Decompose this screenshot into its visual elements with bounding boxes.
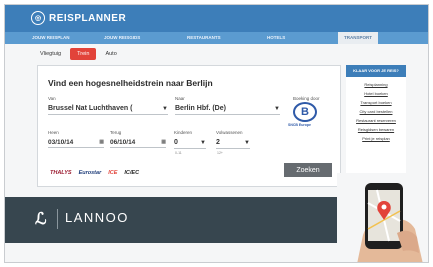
page-frame: ◎ REISPLANNER JOUW REISPLAN JOUW REISGID… [4, 4, 429, 263]
nav-item-hotels[interactable]: HOTELS [267, 32, 285, 44]
booking-label: Boeking door [293, 96, 320, 101]
tab-trein[interactable]: Trein [70, 48, 97, 60]
adults-label: Volwassenen [216, 130, 243, 135]
search-title: Vind een hogesnelheidstrein naar Berlijn [48, 78, 213, 88]
adults-age-note: 12+ [217, 151, 223, 155]
return-date-field[interactable]: 06/10/14 ▦ [110, 137, 166, 148]
main-nav: JOUW REISPLAN JOUW REISGIDS RESTAURANTS … [5, 32, 428, 44]
train-search-card: Vind een hogesnelheidstrein naar Berlijn… [37, 65, 341, 187]
search-button[interactable]: Zoeken [284, 163, 332, 177]
logo[interactable]: ◎ REISPLANNER [31, 11, 126, 25]
nav-item-jouw-reisgids[interactable]: JOUW REISGIDS [104, 32, 140, 44]
to-select[interactable]: Berlin Hbf. (De) ▼ [175, 103, 280, 115]
footer-brand: LANNOO [65, 210, 129, 225]
departure-date-field[interactable]: 03/10/14 ▦ [48, 137, 104, 148]
chevron-down-icon: ▼ [244, 139, 250, 146]
chevron-down-icon: ▼ [274, 105, 280, 112]
brand-eurostar: Eurostar [78, 170, 102, 176]
children-label: Kinderen [174, 130, 193, 135]
children-age-note: 0-11 [175, 151, 182, 155]
departure-value: 03/10/14 [48, 138, 74, 146]
sncb-logo-icon: B [293, 102, 317, 122]
nav-item-jouw-reisplan[interactable]: JOUW REISPLAN [32, 32, 70, 44]
logo-icon: ◎ [31, 11, 45, 25]
footer-divider [57, 209, 58, 229]
chevron-down-icon: ▼ [200, 139, 206, 146]
brand-thalys: THALYS [50, 170, 72, 176]
departure-label: Heen [48, 130, 59, 135]
logo-text: REISPLANNER [49, 12, 127, 24]
return-value: 06/10/14 [110, 138, 136, 146]
to-value: Berlin Hbf. (De) [175, 105, 226, 112]
sidebar-links: Reisplanning Hotel boeken Transport boek… [346, 77, 406, 143]
sidebar-link-reisgidsen[interactable]: Reisgidsen bewaren [346, 125, 406, 134]
sidebar-link-city-card[interactable]: City card bestellen [346, 107, 406, 116]
return-label: Terug [110, 130, 122, 135]
sncb-brand: SNCB Europe [288, 123, 311, 127]
sidebar-link-reisplanning[interactable]: Reisplanning [346, 80, 406, 89]
calendar-icon[interactable]: ▦ [99, 139, 104, 145]
calendar-icon[interactable]: ▦ [161, 139, 166, 145]
sidebar-panel: KLAAR VOOR JE REIS? Reisplanning Hotel b… [346, 65, 406, 175]
sidebar-link-print[interactable]: Print je reisplan [346, 134, 406, 143]
sidebar-link-transport-boeken[interactable]: Transport boeken [346, 98, 406, 107]
tab-auto[interactable]: Auto [98, 48, 123, 60]
chevron-down-icon: ▼ [162, 105, 168, 112]
brand-ice: ICE [108, 170, 118, 176]
sidebar-link-restaurant[interactable]: Restaurant reserveren [346, 116, 406, 125]
tab-vliegtuig[interactable]: Vliegtuig [33, 48, 68, 60]
lannoo-logo-icon: ℒ [35, 211, 47, 228]
children-select[interactable]: 0 ▼ [174, 137, 206, 149]
sidebar-link-hotel-boeken[interactable]: Hotel boeken [346, 89, 406, 98]
from-label: Van [48, 96, 56, 101]
adults-value: 2 [216, 139, 220, 146]
adults-select[interactable]: 2 ▼ [216, 137, 250, 149]
nav-item-transport[interactable]: TRANSPORT [338, 32, 378, 44]
sidebar-title: KLAAR VOOR JE REIS? [346, 65, 406, 77]
from-value: Brussel Nat Luchthaven ( [48, 105, 133, 112]
rail-brands: THALYS Eurostar ICE IC/EC [50, 170, 139, 176]
nav-item-restaurants[interactable]: RESTAURANTS [187, 32, 221, 44]
transport-tabs: Vliegtuig Trein Auto [33, 47, 124, 61]
brand-ic-ec: IC/EC [124, 170, 140, 176]
top-bar: ◎ REISPLANNER [5, 5, 428, 32]
children-value: 0 [174, 139, 178, 146]
to-label: Naar [175, 96, 185, 101]
hand-phone-illustration [337, 173, 428, 262]
from-select[interactable]: Brussel Nat Luchthaven ( ▼ [48, 103, 168, 115]
